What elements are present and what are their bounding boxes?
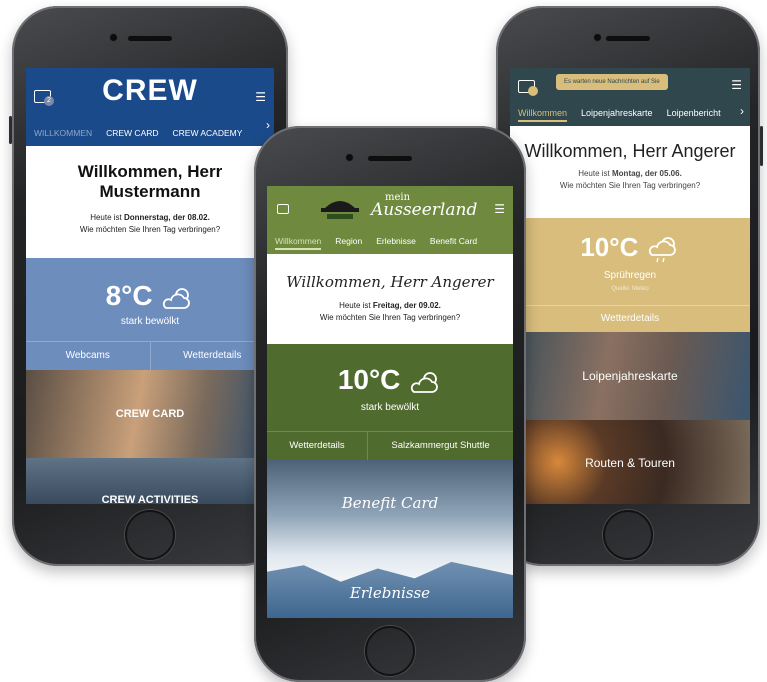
crew-card-label: CREW CARD — [115, 408, 185, 420]
weather-source: Quelle: Meteo — [611, 286, 649, 292]
shuttle-button[interactable]: Salzkammergut Shuttle — [368, 432, 513, 460]
phone-crew: 2 CREW ☰ WILLKOMMEN CREW CARD CREW ACADE… — [9, 6, 288, 566]
date-value: Donnerstag, der 08.02. — [123, 213, 210, 222]
routen-touren-tile[interactable]: Routen & Touren — [510, 420, 750, 504]
message-icon[interactable] — [277, 204, 289, 214]
tab-loipenjahreskarte[interactable]: Loipenjahreskarte — [581, 108, 653, 122]
date-prefix: Heute ist — [578, 169, 612, 178]
tab-willkommen[interactable]: Willkommen — [518, 108, 568, 122]
welcome-title: Willkommen, Herr Mustermann — [77, 162, 223, 201]
temp-value: 10°C — [337, 364, 401, 395]
weather-buttons: Wetterdetails Salzkammergut Shuttle — [267, 431, 513, 460]
date-line: Heute ist Montag, der 05.06. — [510, 168, 750, 180]
temp-value: 10°C — [580, 232, 639, 262]
crew-screen: 2 CREW ☰ WILLKOMMEN CREW CARD CREW ACADE… — [26, 68, 274, 504]
date-line: Heute ist Freitag, der 09.02. — [267, 300, 513, 312]
loipen-tabs: Willkommen Loipenjahreskarte Loipenberic… — [518, 108, 746, 122]
weather-buttons: Webcams Wetterdetails — [26, 341, 274, 370]
new-messages-toast[interactable]: Es warten neue Nachrichten auf Sie — [556, 74, 668, 90]
tab-benefit-card[interactable]: Benefit Card — [430, 236, 477, 250]
loipenjahreskarte-tile[interactable]: Loipenjahreskarte — [510, 332, 750, 420]
crew-logo: CREW — [102, 74, 198, 107]
wetterdetails-button[interactable]: Wetterdetails — [510, 305, 750, 332]
tab-crew-academy[interactable]: CREW ACADEMY — [173, 128, 243, 138]
speaker-grill — [368, 156, 412, 161]
speaker-grill — [606, 36, 650, 41]
loipen-weather: 10°C Sprühregen Quelle: Meteo Wetterdeta… — [510, 218, 750, 332]
front-camera — [346, 154, 353, 161]
loipen-header: Es warten neue Nachrichten auf Sie ☰ Wil… — [510, 68, 750, 126]
ausseerland-welcome: Willkommen, Herr Angerer Heute ist Freit… — [267, 254, 513, 344]
weather-desc: stark bewölkt — [360, 402, 420, 413]
loipenjahreskarte-label: Loipenjahreskarte — [582, 369, 678, 383]
date-prefix: Heute ist — [339, 301, 373, 310]
volume-button — [9, 116, 12, 144]
partly-cloudy-icon — [411, 371, 438, 393]
menu-icon[interactable]: ☰ — [494, 202, 505, 216]
crew-header: 2 CREW ☰ WILLKOMMEN CREW CARD CREW ACADE… — [26, 68, 274, 146]
speaker-grill — [128, 36, 172, 41]
menu-icon[interactable]: ☰ — [255, 90, 266, 104]
front-camera — [594, 34, 601, 41]
question-line: Wie möchten Sie Ihren Tag verbringen? — [559, 181, 701, 190]
ausseerland-weather: 10°C stark bewölkt Wetterdetails Salzkam… — [267, 344, 513, 460]
ausseerland-header: mein Ausseerland ☰ Willkommen Region Erl… — [267, 186, 513, 254]
question-line: Wie möchten Sie Ihren Tag verbringen? — [79, 225, 221, 234]
message-badge — [528, 86, 538, 96]
crew-card-tile[interactable]: CREW CARD — [26, 370, 274, 458]
crew-weather: 8°C stark bewölkt Webcams Wetterdetails — [26, 258, 274, 370]
date-prefix: Heute ist — [90, 213, 124, 222]
crew-tabs: WILLKOMMEN CREW CARD CREW ACADEMY — [34, 128, 270, 138]
tab-erlebnisse[interactable]: Erlebnisse — [376, 236, 416, 250]
date-line: Heute ist Donnerstag, der 08.02. — [26, 212, 274, 224]
logo-name: Ausseerland — [371, 200, 478, 220]
weather-desc: Sprühregen — [603, 270, 657, 281]
routen-touren-label: Routen & Touren — [585, 456, 675, 470]
tab-region[interactable]: Region — [335, 236, 362, 250]
chevron-right-icon[interactable]: › — [266, 118, 270, 132]
date-value: Montag, der 05.06. — [612, 169, 682, 178]
partly-cloudy-icon — [163, 287, 191, 309]
loipen-screen: Es warten neue Nachrichten auf Sie ☰ Wil… — [510, 68, 750, 504]
crew-welcome: Willkommen, Herr Mustermann Heute ist Do… — [26, 146, 274, 258]
chevron-right-icon[interactable]: › — [740, 104, 744, 118]
home-button[interactable] — [603, 510, 653, 560]
loipen-welcome: Willkommen, Herr Angerer Heute ist Monta… — [510, 126, 750, 218]
temp-value: 8°C — [105, 280, 153, 311]
webcams-button[interactable]: Webcams — [26, 342, 151, 370]
home-button[interactable] — [125, 510, 175, 560]
weather-temp: 8°C — [26, 280, 274, 312]
ausseerland-logo — [321, 201, 359, 219]
erlebnisse-label[interactable]: Erlebnisse — [267, 584, 513, 602]
benefit-card-label: Benefit Card — [341, 494, 439, 512]
date-value: Freitag, der 09.02. — [372, 301, 441, 310]
welcome-title: Willkommen, Herr Angerer — [524, 141, 736, 161]
menu-icon[interactable]: ☰ — [731, 78, 742, 92]
tab-willkommen[interactable]: WILLKOMMEN — [34, 128, 92, 138]
benefit-card-tile[interactable]: Benefit Card Erlebnisse — [267, 460, 513, 618]
phone-loipen: Es warten neue Nachrichten auf Sie ☰ Wil… — [496, 6, 763, 566]
ausseerland-tabs: Willkommen Region Erlebnisse Benefit Car… — [275, 236, 509, 250]
tab-crew-card[interactable]: CREW CARD — [106, 128, 158, 138]
power-button — [760, 126, 763, 166]
wetterdetails-button[interactable]: Wetterdetails — [267, 432, 368, 460]
home-button[interactable] — [365, 626, 415, 676]
question-line: Wie möchten Sie Ihren Tag verbringen? — [319, 313, 461, 322]
weather-desc: stark bewölkt — [120, 316, 180, 327]
tab-loipenbericht[interactable]: Loipenbericht — [667, 108, 721, 122]
welcome-title: Willkommen, Herr Angerer — [286, 273, 494, 291]
weather-temp: 10°C — [510, 232, 750, 263]
tab-willkommen[interactable]: Willkommen — [275, 236, 322, 250]
ausseerland-screen: mein Ausseerland ☰ Willkommen Region Erl… — [267, 186, 513, 618]
rain-cloud-icon — [648, 237, 676, 263]
crew-activities-label: CREW ACTIVITIES — [101, 494, 199, 504]
crew-activities-tile[interactable]: CREW ACTIVITIES — [26, 458, 274, 504]
phone-ausseerland: mein Ausseerland ☰ Willkommen Region Erl… — [254, 126, 526, 682]
weather-temp: 10°C — [267, 364, 513, 396]
front-camera — [110, 34, 117, 41]
